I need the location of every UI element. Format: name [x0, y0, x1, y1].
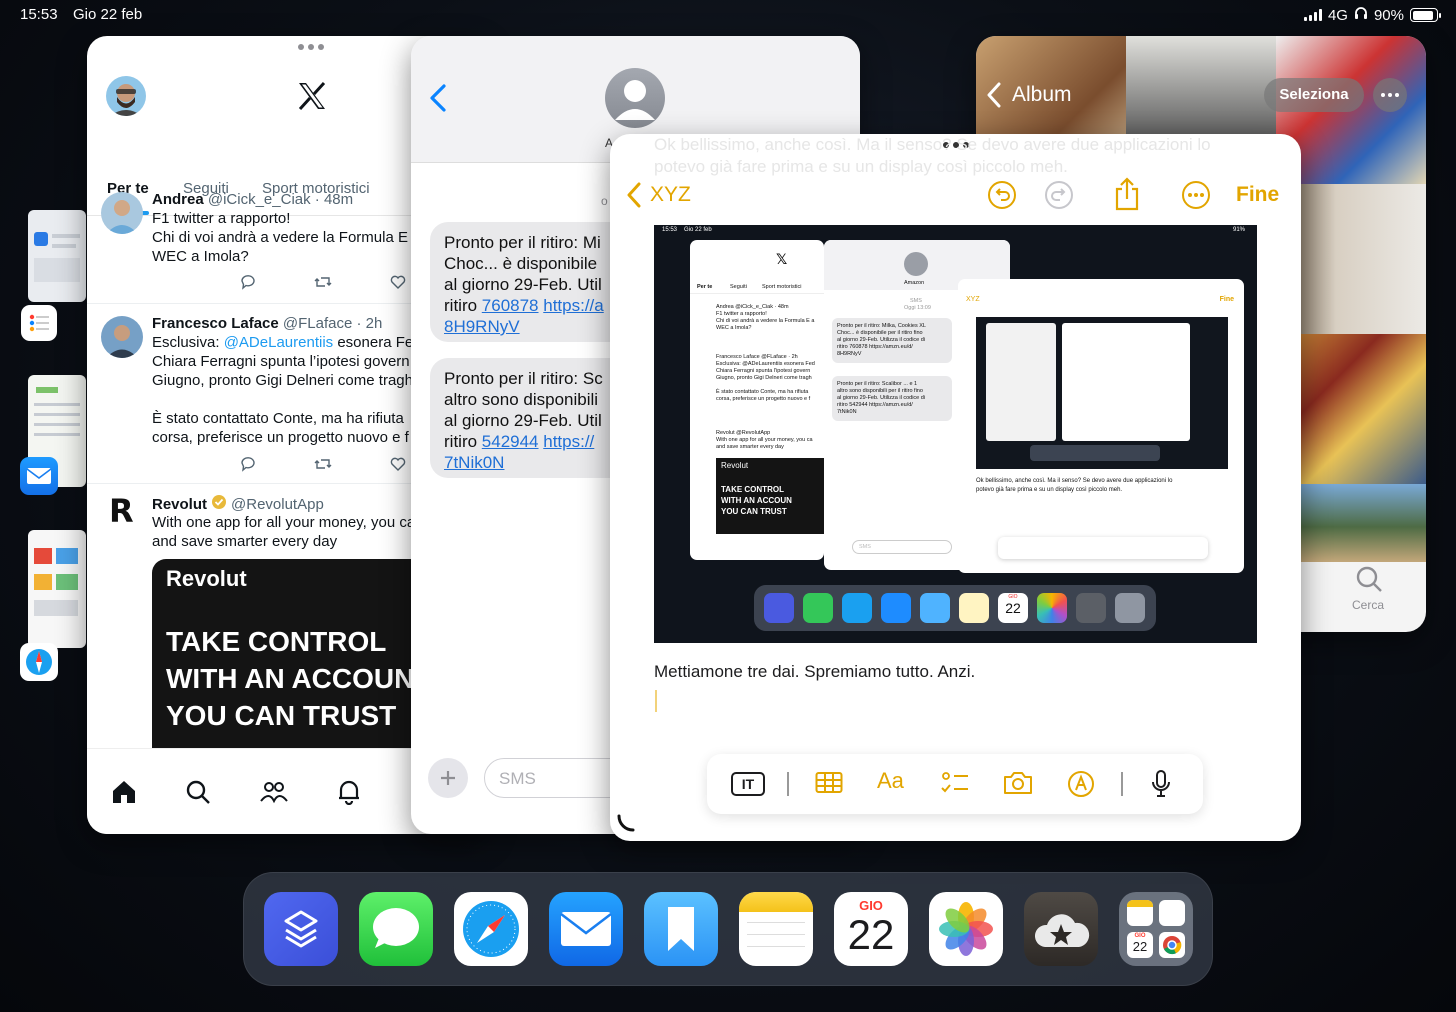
notes-back-label[interactable]: XYZ — [650, 183, 691, 207]
signal-icon — [1303, 9, 1322, 21]
notes-window[interactable]: Ok bellissimo, anche così. Ma il senso? … — [610, 134, 1301, 841]
tweet-author[interactable]: Revolut — [152, 495, 207, 514]
home-icon[interactable] — [111, 779, 137, 810]
photos-icon[interactable] — [929, 892, 1003, 966]
back-chevron-icon[interactable] — [626, 182, 642, 213]
microphone-icon[interactable] — [1151, 770, 1171, 803]
side-card-3[interactable] — [28, 530, 86, 648]
weather-icon[interactable] — [1024, 892, 1098, 966]
mention-link[interactable]: @ADeLaurentiis — [224, 334, 333, 351]
tweet-text: F1 twitter a rapporto! Chi di voi andrà … — [152, 210, 421, 265]
checklist-icon[interactable] — [941, 770, 969, 801]
calendar-icon[interactable]: GIO 22 — [834, 892, 908, 966]
notes-toolbar: IT Aa — [707, 754, 1203, 814]
safari-icon[interactable] — [454, 892, 528, 966]
select-button[interactable]: Seleziona — [1264, 78, 1364, 112]
add-attachment-button[interactable] — [428, 758, 468, 798]
tweet-handle[interactable]: @FLaface · 2h — [283, 315, 382, 332]
status-indicators: 4G 90% — [1303, 6, 1441, 24]
tweet-text: Esclusiva: @ADeLaurentiis esonera Fed Ch… — [152, 334, 422, 446]
status-date: Gio 22 feb — [73, 6, 143, 23]
contact-avatar[interactable] — [605, 68, 665, 128]
safari-icon[interactable] — [20, 643, 58, 681]
amazon-link[interactable]: https://a — [543, 296, 603, 315]
search-icon[interactable] — [1354, 564, 1384, 599]
amazon-link-cont[interactable]: 7tNik0N — [444, 453, 504, 472]
search-tab-label[interactable]: Cerca — [1352, 598, 1384, 612]
retweet-icon[interactable] — [314, 456, 332, 477]
reply-icon[interactable] — [240, 274, 256, 295]
calendar-day: 22 — [847, 911, 895, 958]
amazon-link-cont[interactable]: 8H9RNyV — [444, 317, 520, 336]
side-app-stack[interactable] — [0, 205, 90, 685]
pickup-code-link[interactable]: 760878 — [482, 296, 539, 315]
status-bar: 15:53 Gio 22 feb 4G 90% — [0, 0, 1456, 30]
done-button[interactable]: Fine — [1236, 183, 1279, 207]
profile-avatar[interactable] — [106, 76, 146, 116]
mini-twitter: 𝕏 Per te Seguiti Sport motoristici Andre… — [690, 240, 824, 560]
redo-icon[interactable] — [1044, 180, 1074, 215]
notifications-icon[interactable] — [336, 779, 362, 810]
tweet-handle[interactable]: @iCick_e_Ciak · 48m — [208, 191, 353, 208]
mail-icon[interactable] — [549, 892, 623, 966]
x-logo-icon[interactable] — [296, 80, 328, 112]
search-icon[interactable] — [185, 779, 211, 810]
like-icon[interactable] — [390, 274, 406, 295]
verified-badge-icon — [211, 494, 227, 515]
headphones-icon — [1354, 6, 1368, 24]
dock: GIO 22 GIO 22 — [243, 872, 1213, 986]
amazon-link[interactable]: https:// — [543, 432, 594, 451]
shortcuts-icon[interactable] — [264, 892, 338, 966]
tweet-author[interactable]: Francesco Laface — [152, 315, 279, 332]
pickup-code-link[interactable]: 542944 — [482, 432, 539, 451]
mini-dock: GIO 22 — [754, 585, 1156, 631]
battery-percent: 90% — [1373, 6, 1404, 24]
resize-corner-handle[interactable] — [616, 814, 636, 839]
battery-icon — [1410, 8, 1441, 22]
text-cursor — [655, 690, 657, 712]
app-library-icon[interactable]: GIO 22 — [1119, 892, 1193, 966]
back-chevron-icon[interactable] — [429, 84, 447, 117]
like-icon[interactable] — [390, 456, 406, 477]
ad-headline: TAKE CONTROL WITH AN ACCOUN YOU CAN TRUS… — [166, 626, 415, 731]
retweet-icon[interactable] — [314, 274, 332, 295]
embedded-screenshot[interactable]: 15:53 Gio 22 feb 91% 𝕏 Per te Seguiti Sp… — [654, 225, 1257, 643]
tweet-avatar[interactable] — [101, 316, 143, 358]
tweet-avatar[interactable] — [101, 192, 143, 234]
status-time: 15:53 — [20, 6, 58, 23]
more-button[interactable] — [1373, 78, 1407, 112]
more-icon[interactable] — [1181, 180, 1211, 215]
reminders-icon[interactable] — [21, 305, 57, 341]
message-timestamp: o — [601, 194, 608, 208]
communities-icon[interactable] — [259, 779, 289, 810]
tweet-handle[interactable]: @RevolutApp — [231, 495, 324, 514]
toolbar-divider — [1121, 772, 1123, 796]
share-icon[interactable] — [1113, 177, 1141, 216]
revolut-logo-icon[interactable]: R — [109, 495, 134, 527]
markup-icon[interactable] — [1067, 770, 1095, 803]
note-body-text[interactable]: Mettiamone tre dai. Spremiamo tutto. Anz… — [654, 662, 975, 682]
undo-icon[interactable] — [987, 180, 1017, 215]
toolbar-divider — [787, 772, 789, 796]
mini-notes: XYZ Fine Ok bellissimo, anche così. Ma i… — [958, 279, 1244, 573]
window-grabber[interactable] — [298, 44, 324, 50]
reply-icon[interactable] — [240, 456, 256, 477]
ad-brand: Revolut — [166, 566, 247, 591]
table-icon[interactable] — [815, 770, 843, 801]
notes-icon[interactable] — [739, 892, 813, 966]
ghost-text: Ok bellissimo, anche così. Ma il senso? … — [654, 135, 1211, 176]
text-format-button[interactable]: Aa — [877, 768, 904, 794]
mail-icon[interactable] — [20, 457, 58, 495]
tweet-text: With one app for all your money, you ca … — [152, 514, 416, 550]
album-back-label[interactable]: Album — [1012, 83, 1072, 107]
network-label: 4G — [1327, 6, 1348, 24]
back-chevron-icon[interactable] — [986, 82, 1002, 113]
messages-icon[interactable] — [359, 892, 433, 966]
keyboard-language-button[interactable]: IT — [731, 772, 765, 796]
plus-icon — [441, 771, 455, 785]
tweet-author[interactable]: Andrea — [152, 191, 204, 208]
bookmarks-icon[interactable] — [644, 892, 718, 966]
camera-icon[interactable] — [1003, 770, 1033, 801]
side-card-1[interactable] — [28, 210, 86, 302]
